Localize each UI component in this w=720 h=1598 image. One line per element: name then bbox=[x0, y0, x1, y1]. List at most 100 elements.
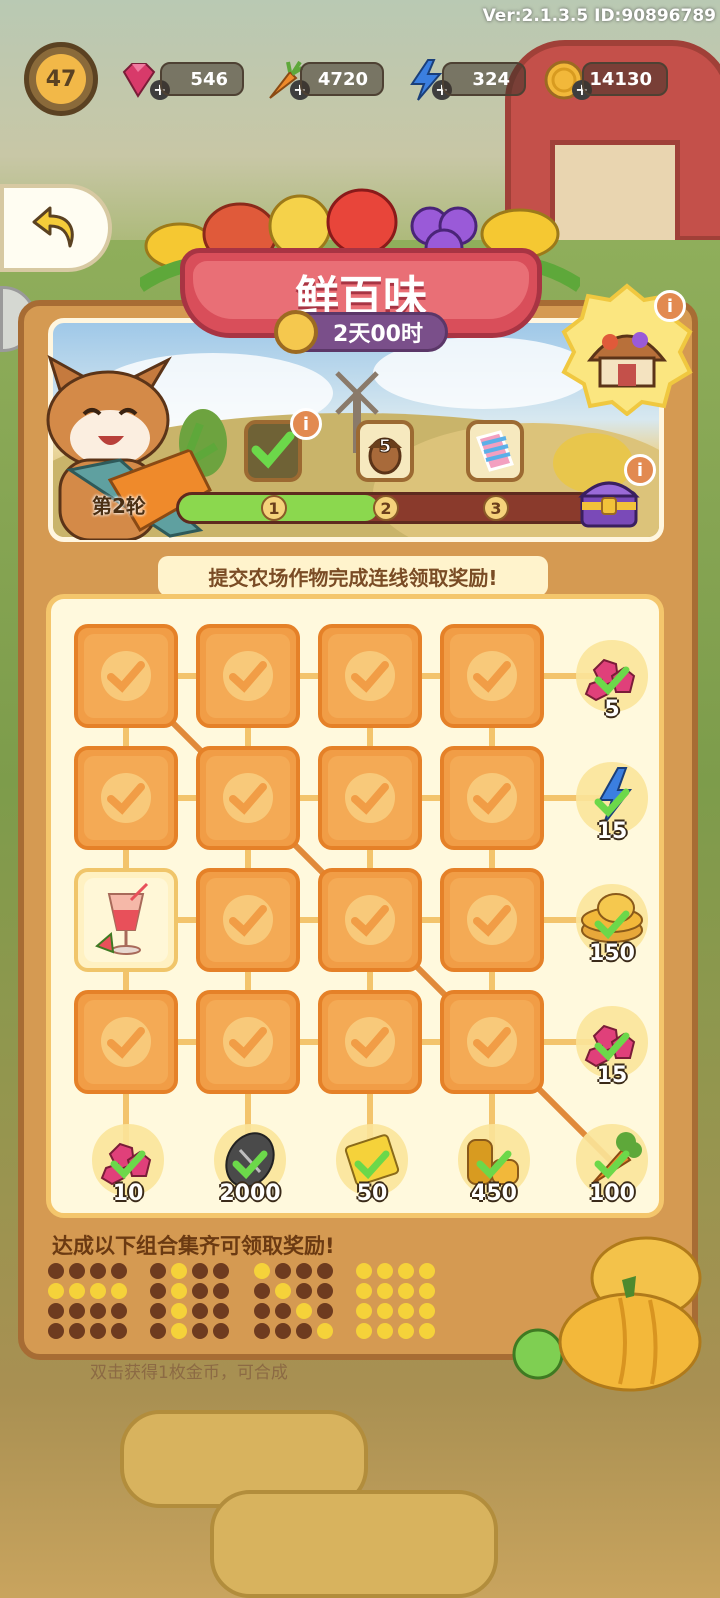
tile-face bbox=[206, 1000, 290, 1084]
completed-tile[interactable] bbox=[74, 624, 178, 728]
combo-dot bbox=[419, 1303, 435, 1319]
completed-tile[interactable] bbox=[440, 990, 544, 1094]
tile-face bbox=[328, 878, 412, 962]
reward-amount: 2000 bbox=[219, 1181, 281, 1206]
combo-dot bbox=[111, 1283, 127, 1299]
combo-dot bbox=[90, 1323, 106, 1339]
stage-info-button[interactable]: i bbox=[290, 408, 322, 440]
combo-dot bbox=[275, 1263, 291, 1279]
clock-icon bbox=[274, 310, 318, 354]
completed-tile[interactable] bbox=[318, 990, 422, 1094]
progress-node-2: 2 bbox=[373, 495, 399, 521]
combo-dot bbox=[254, 1323, 270, 1339]
combo-dot bbox=[150, 1303, 166, 1319]
completed-tile[interactable] bbox=[74, 990, 178, 1094]
combo-dot bbox=[296, 1303, 312, 1319]
puzzle-piece-icon bbox=[476, 430, 514, 472]
column-reward[interactable]: 10 bbox=[88, 1120, 168, 1206]
combo-dot bbox=[213, 1303, 229, 1319]
row-reward[interactable]: 5 bbox=[572, 636, 652, 722]
combo-dot bbox=[254, 1263, 270, 1279]
combo-dot bbox=[275, 1323, 291, 1339]
tile-face bbox=[206, 878, 290, 962]
tile-face bbox=[84, 878, 168, 962]
pumpkin-decoration bbox=[512, 1236, 702, 1392]
round-label: 第2轮 bbox=[92, 494, 146, 518]
column-reward[interactable]: 450 bbox=[454, 1120, 534, 1206]
completed-tile[interactable] bbox=[440, 624, 544, 728]
combo-dot bbox=[111, 1263, 127, 1279]
check-badge-icon bbox=[467, 773, 517, 823]
instruction-label: 提交农场作物完成连线领取奖励! bbox=[158, 556, 548, 596]
check-badge-icon bbox=[223, 895, 273, 945]
combo-pattern bbox=[150, 1263, 229, 1339]
column-reward[interactable]: 2000 bbox=[210, 1120, 290, 1206]
tile-face bbox=[450, 756, 534, 840]
progress-node-1: 1 bbox=[261, 495, 287, 521]
column-reward[interactable]: 50 bbox=[332, 1120, 412, 1206]
row-reward[interactable]: 15 bbox=[572, 758, 652, 844]
combo-dot bbox=[171, 1283, 187, 1299]
completed-tile[interactable] bbox=[74, 746, 178, 850]
combo-dot bbox=[377, 1303, 393, 1319]
gem-counter: 546 bbox=[160, 62, 244, 96]
stage-2-slot[interactable]: 5 bbox=[356, 420, 414, 482]
combo-dot bbox=[398, 1323, 414, 1339]
tile-face bbox=[450, 878, 534, 962]
event-info-button[interactable]: i bbox=[654, 290, 686, 322]
chest-info-button[interactable]: i bbox=[624, 454, 656, 486]
level-number: 47 bbox=[36, 54, 86, 104]
tile-face bbox=[84, 1000, 168, 1084]
completed-tile[interactable] bbox=[318, 868, 422, 972]
juice-item-tile[interactable] bbox=[74, 868, 178, 972]
check-badge-icon bbox=[101, 773, 151, 823]
check-badge-icon bbox=[101, 651, 151, 701]
tile-face bbox=[206, 756, 290, 840]
combo-dot bbox=[69, 1303, 85, 1319]
completed-tile[interactable] bbox=[440, 868, 544, 972]
row-reward[interactable]: 15 bbox=[572, 1002, 652, 1088]
combo-dot bbox=[192, 1283, 208, 1299]
check-badge-icon bbox=[467, 651, 517, 701]
combo-pattern bbox=[254, 1263, 333, 1339]
completed-tile[interactable] bbox=[196, 990, 300, 1094]
combo-dot bbox=[111, 1323, 127, 1339]
completed-tile[interactable] bbox=[196, 868, 300, 972]
combo-dot bbox=[171, 1303, 187, 1319]
reward-amount: 100 bbox=[589, 1181, 635, 1206]
energy-counter: 324 bbox=[442, 62, 526, 96]
combo-dot bbox=[356, 1323, 372, 1339]
combo-dot bbox=[317, 1303, 333, 1319]
combo-dot bbox=[275, 1283, 291, 1299]
combo-dot bbox=[317, 1283, 333, 1299]
combo-dot bbox=[192, 1303, 208, 1319]
combo-dot bbox=[356, 1283, 372, 1299]
back-button[interactable] bbox=[0, 184, 112, 272]
completed-tile[interactable] bbox=[318, 746, 422, 850]
player-level-badge[interactable]: 47 bbox=[24, 42, 98, 116]
check-badge-icon bbox=[345, 773, 395, 823]
check-badge-icon bbox=[101, 1017, 151, 1067]
column-reward[interactable]: 100 bbox=[572, 1120, 652, 1206]
check-badge-icon bbox=[345, 1017, 395, 1067]
combo-dot bbox=[48, 1323, 64, 1339]
completed-tile[interactable] bbox=[196, 624, 300, 728]
check-badge-icon bbox=[345, 651, 395, 701]
combo-dot bbox=[192, 1323, 208, 1339]
completed-tile[interactable] bbox=[440, 746, 544, 850]
row-reward[interactable]: 150 bbox=[572, 880, 652, 966]
check-badge-icon bbox=[467, 895, 517, 945]
combo-dot bbox=[398, 1303, 414, 1319]
completed-tile[interactable] bbox=[318, 624, 422, 728]
combo-title: 达成以下组合集齐可领取奖励! bbox=[52, 1234, 335, 1258]
combo-dot bbox=[377, 1323, 393, 1339]
stage-3-slot[interactable] bbox=[466, 420, 524, 482]
check-badge-icon bbox=[467, 1017, 517, 1067]
tile-face bbox=[328, 756, 412, 840]
combo-dot bbox=[296, 1263, 312, 1279]
version-label: Ver:2.1.3.5 ID:90896789 bbox=[482, 6, 716, 26]
check-badge-icon bbox=[223, 1017, 273, 1067]
stage-count: 5 bbox=[379, 436, 392, 457]
completed-tile[interactable] bbox=[196, 746, 300, 850]
combo-dot bbox=[213, 1283, 229, 1299]
